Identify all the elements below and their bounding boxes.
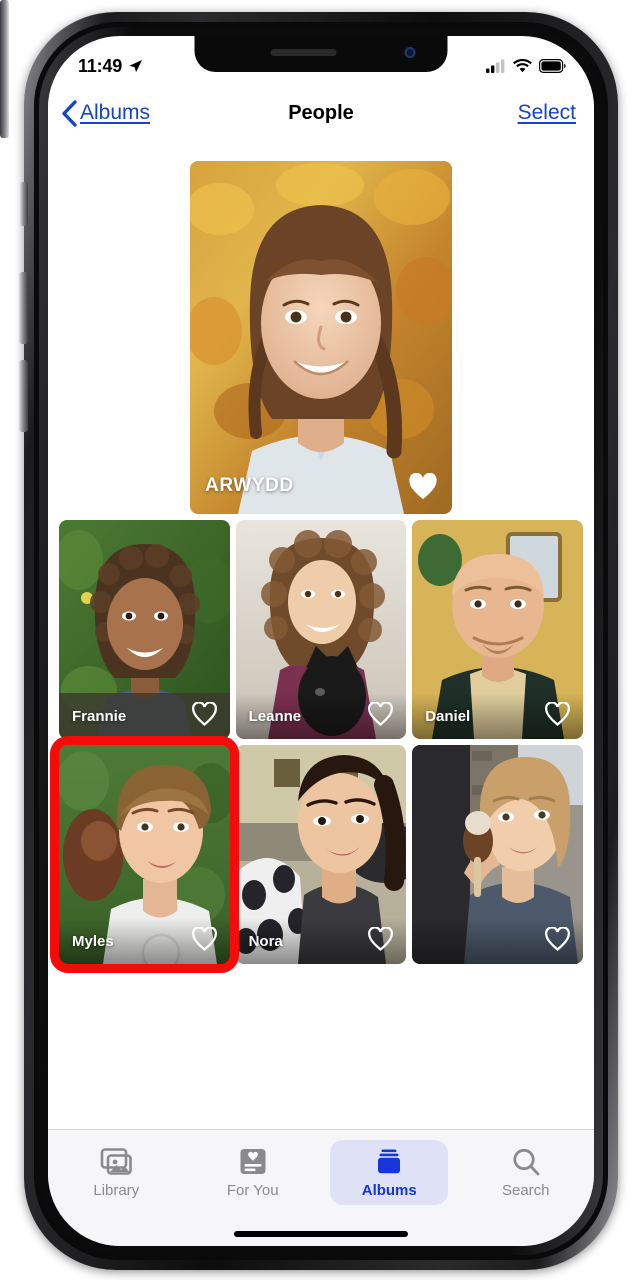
albums-folder-icon (378, 1149, 401, 1174)
tab-bar: Library For You Albums Search (48, 1129, 594, 1246)
cellular-signal-icon (486, 59, 505, 73)
person-tile-myles[interactable]: Myles (59, 745, 230, 964)
people-album-content: ARWYDD Frannie Leanne Daniel Myles Nora (48, 140, 594, 1129)
person-tile-daniel[interactable]: Daniel (412, 520, 583, 739)
tab-albums[interactable]: Albums (330, 1140, 449, 1205)
favorite-heart-button[interactable] (544, 700, 571, 731)
person-tile-caption: Nora (236, 920, 407, 964)
favorite-heart-button[interactable] (191, 925, 218, 956)
person-tile-nora[interactable]: Nora (235, 745, 407, 964)
status-bar-right (486, 59, 566, 73)
tab-library-label: Library (93, 1182, 140, 1199)
person-tile-frannie[interactable]: Frannie (59, 520, 230, 739)
phone-screen: 11:49 Albums People Select ARWYDD Franni… (48, 36, 594, 1246)
person-tile-wrapper: Myles (50, 736, 239, 973)
location-arrow-icon (129, 59, 143, 72)
front-camera-icon (404, 47, 416, 58)
person-tile-leanne[interactable]: Leanne (235, 520, 407, 739)
volume-down-button[interactable] (19, 360, 28, 432)
person-tile-caption: Daniel (412, 695, 583, 739)
battery-full-icon (539, 59, 566, 73)
heart-filled-icon[interactable] (408, 472, 438, 500)
person-tile-caption (412, 920, 583, 964)
heart-outline-icon[interactable] (191, 700, 218, 726)
person-name-label: Frannie (72, 707, 127, 725)
tab-search-label: Search (501, 1182, 550, 1199)
person-name-label: Myles (72, 932, 114, 950)
wifi-icon (513, 59, 532, 73)
chevron-left-icon (62, 99, 77, 127)
tab-for-you[interactable]: For You (194, 1140, 312, 1205)
mute-switch-button[interactable] (20, 182, 28, 226)
device-notch (194, 36, 448, 72)
people-row: Frannie Leanne Daniel (59, 520, 583, 739)
person-tile-wrapper: Leanne (235, 520, 407, 739)
favorite-heart-button[interactable] (367, 700, 394, 731)
person-name-label: Leanne (248, 707, 302, 725)
heart-outline-icon[interactable] (191, 925, 218, 951)
volume-up-button[interactable] (19, 272, 28, 344)
person-name-label: Daniel (425, 707, 471, 725)
navigation-bar: Albums People Select (48, 86, 594, 140)
favorite-heart-button[interactable] (367, 925, 394, 956)
magnifier-icon (513, 1148, 540, 1176)
tab-albums-label: Albums (361, 1182, 417, 1199)
favorite-heart-button[interactable] (191, 700, 218, 731)
home-indicator[interactable] (234, 1231, 408, 1237)
tab-search[interactable]: Search (467, 1140, 585, 1205)
back-button-albums[interactable]: Albums (61, 99, 151, 127)
status-time: 11:49 (78, 55, 123, 76)
heart-outline-icon[interactable] (367, 700, 394, 726)
heart-outline-icon[interactable] (544, 925, 571, 951)
photo-stack-icon (100, 1148, 133, 1175)
featured-card-caption: ARWYDD (190, 462, 452, 514)
person-tile-wrapper: Nora (235, 745, 407, 964)
person-tile-caption: Leanne (236, 695, 407, 739)
person-tile-wrapper: Frannie (59, 520, 230, 739)
person-name-label: Nora (248, 932, 283, 950)
person-tile-caption: Frannie (59, 695, 230, 739)
heart-outline-icon[interactable] (544, 700, 571, 726)
back-button-label: Albums (80, 101, 151, 124)
people-grid: Frannie Leanne Daniel Myles Nora (48, 520, 594, 973)
favorite-heart-button[interactable] (544, 925, 571, 956)
featured-person-card[interactable]: ARWYDD (190, 161, 452, 514)
heart-card-icon (240, 1149, 266, 1174)
featured-person-name: ARWYDD (205, 475, 294, 496)
earpiece-speaker (270, 49, 336, 56)
heart-outline-icon[interactable] (367, 925, 394, 951)
select-button[interactable]: Select (518, 101, 576, 125)
power-button[interactable] (0, 0, 9, 138)
people-row: Myles Nora (50, 736, 583, 973)
status-bar-left: 11:49 (78, 56, 143, 77)
person-tile-wrapper (412, 745, 583, 964)
person-tile-wrapper: Daniel (412, 520, 583, 739)
person-tile-unnamed[interactable] (412, 745, 583, 964)
person-tile-caption: Myles (59, 920, 230, 964)
tab-for-you-label: For You (226, 1182, 279, 1199)
tab-library[interactable]: Library (57, 1140, 175, 1205)
